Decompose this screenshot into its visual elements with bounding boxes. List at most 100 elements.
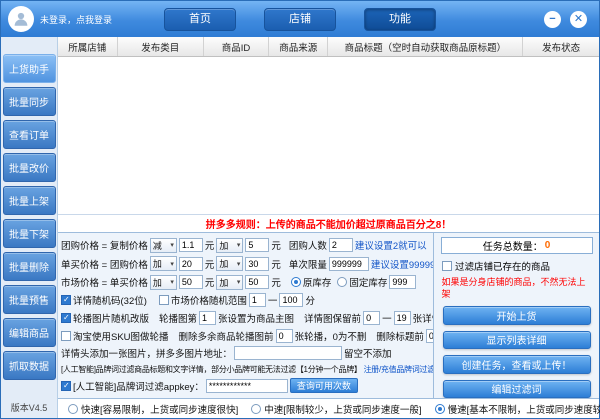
group-price-op1-select[interactable]: 减▾ (150, 238, 177, 253)
range-separator: 一 (268, 293, 278, 307)
sidebar-item-batch-delist[interactable]: 批量下架 (3, 219, 56, 248)
carousel-random-label: 轮播图片随机改版 (73, 311, 149, 325)
detail-image-note: 留空不添加 (344, 346, 392, 360)
market-price-op2-select[interactable]: 加▾ (216, 275, 243, 290)
delete-title-input[interactable] (426, 329, 433, 343)
appkey-input[interactable] (206, 379, 288, 393)
avatar[interactable] (8, 6, 34, 32)
sidebar-item-edit-product[interactable]: 编辑商品 (3, 318, 56, 347)
fast-radio[interactable] (68, 404, 78, 414)
detail-keep-to-input[interactable] (394, 311, 411, 325)
group-price-op2-select[interactable]: 加▾ (216, 238, 243, 253)
carousel-random-checkbox[interactable] (61, 313, 71, 323)
sidebar-item-batch-sync[interactable]: 批量同步 (3, 87, 56, 116)
appkey-checkbox[interactable] (61, 381, 71, 391)
delete-carousel-input[interactable] (276, 329, 293, 343)
fixed-stock-radio[interactable] (337, 277, 347, 287)
speed-option-fast[interactable]: 快速[容易限制，上货或同步速度很快] (68, 402, 238, 416)
main-area: 所属店铺 发布类目 商品ID 商品来源 商品标题（空时自动获取商品原标题） 发布… (58, 37, 599, 418)
detail-random-checkbox[interactable] (61, 295, 71, 305)
sidebar-item-batch-reprice[interactable]: 批量改价 (3, 153, 56, 182)
platform-rule-notice: 拼多多规则：上传的商品不能加价超过原商品百分之8！ (58, 215, 599, 232)
select-value: 加 (219, 257, 228, 270)
product-table-body[interactable] (58, 57, 599, 215)
sidebar-item-batch-presale[interactable]: 批量预售 (3, 285, 56, 314)
random-range-from-input[interactable] (249, 293, 266, 307)
single-limit-note: 建议设置999999 (371, 257, 433, 271)
market-random-label: 市场价格随机范围 (171, 293, 247, 307)
group-count-note: 建议设置2就可以 (355, 238, 427, 252)
market-price-val2-input[interactable] (245, 275, 269, 289)
column-product-id: 商品ID (204, 37, 269, 56)
single-price-val1-input[interactable] (179, 257, 203, 271)
query-usage-button[interactable]: 查询可用次数 (290, 378, 358, 393)
chevron-down-icon: ▾ (237, 260, 241, 268)
main-image-index-input[interactable] (199, 311, 216, 325)
sidebar-item-view-orders[interactable]: 查看订单 (3, 120, 56, 149)
tab-functions[interactable]: 功能 (364, 8, 436, 31)
random-range-to-input[interactable] (279, 293, 303, 307)
unit-label: 元 (271, 238, 281, 252)
slow-label: 慢速[基本不限制，上货或同步速度较慢] (448, 402, 600, 416)
filter-existing-option[interactable]: 过滤店铺已存在的商品 (442, 259, 550, 273)
single-price-val2-input[interactable] (245, 257, 269, 271)
fixed-stock-input[interactable] (389, 275, 416, 289)
version-label: 版本V4.5 (1, 401, 57, 414)
select-value: 加 (153, 257, 162, 270)
market-price-op1-select[interactable]: 加▾ (150, 275, 177, 290)
main-image-label-2: 张设置为商品主图 (218, 311, 294, 325)
single-limit-label: 单次限量 (289, 257, 327, 271)
sidebar-item-upload-assistant[interactable]: 上货助手 (3, 54, 56, 83)
medium-label: 中速[限制较少，上货或同步速度一般] (264, 402, 421, 416)
sidebar-item-batch-delete[interactable]: 批量删除 (3, 252, 56, 281)
detail-image-label: 详情头添加一张图片，拼多多图片地址： (61, 346, 232, 360)
speed-option-slow[interactable]: 慢速[基本不限制，上货或同步速度较慢] (435, 402, 600, 416)
detail-random-label: 详情随机码(32位) (73, 293, 147, 307)
minimize-icon[interactable]: − (544, 11, 561, 28)
detail-keep-from-input[interactable] (363, 311, 380, 325)
appkey-label: [人工智能]品牌词过滤appkey： (73, 379, 204, 393)
market-price-val1-input[interactable] (179, 275, 203, 289)
group-price-val2-input[interactable] (245, 238, 269, 252)
create-task-button[interactable]: 创建任务，查看或上传！ (443, 355, 591, 373)
sidebar-item-batch-list[interactable]: 批量上架 (3, 186, 56, 215)
original-stock-label: 原库存 (303, 275, 332, 289)
slow-radio[interactable] (435, 404, 445, 414)
random-options-row: 详情随机码(32位) 市场价格随机范围 一 分 (61, 293, 430, 307)
group-price-row: 团购价格 = 复制价格 减▾ 元 加▾ 元 团购人数 建议设置2就可以 (61, 238, 430, 253)
brand-filter-row: [人工智能]品牌词过滤商品标题和文字详情，部分小品牌可能无法过滤【1分钟一个品牌… (61, 364, 430, 375)
sidebar-item-grab-data[interactable]: 抓取数据 (3, 351, 56, 380)
single-price-op1-select[interactable]: 加▾ (150, 256, 177, 271)
group-count-label: 团购人数 (289, 238, 327, 252)
start-upload-button[interactable]: 开始上货 (443, 306, 591, 324)
task-count-value: 0 (545, 240, 551, 251)
edit-filter-words-button[interactable]: 编辑过滤词 (443, 380, 591, 398)
tab-home[interactable]: 首页 (164, 8, 236, 31)
window-controls: − ✕ (544, 11, 587, 28)
market-random-checkbox[interactable] (159, 295, 169, 305)
sku-carousel-checkbox[interactable] (61, 331, 71, 341)
detail-image-url-input[interactable] (234, 346, 342, 360)
chevron-down-icon: ▾ (170, 241, 174, 249)
user-icon (12, 10, 30, 28)
login-text[interactable]: 未登录，点我登录 (40, 13, 112, 26)
speed-option-medium[interactable]: 中速[限制较少，上货或同步速度一般] (251, 402, 421, 416)
single-price-op2-select[interactable]: 加▾ (216, 256, 243, 271)
select-value: 加 (219, 276, 228, 289)
show-list-detail-button[interactable]: 显示列表详细 (443, 331, 591, 349)
filter-existing-checkbox[interactable] (442, 261, 452, 271)
settings-panel: 团购价格 = 复制价格 减▾ 元 加▾ 元 团购人数 建议设置2就可以 单买价格… (58, 233, 433, 398)
group-count-input[interactable] (329, 238, 353, 252)
close-icon[interactable]: ✕ (570, 11, 587, 28)
column-status: 发布状态 (523, 37, 599, 56)
task-panel: 任务总数量： 0 过滤店铺已存在的商品 如果是分身店铺的商品，不然无法上架 开始… (433, 233, 599, 398)
original-stock-radio[interactable] (291, 277, 301, 287)
group-price-val1-input[interactable] (179, 238, 203, 252)
market-price-row: 市场价格 = 单买价格 加▾ 元 加▾ 元 原库存 固定库存 (61, 275, 430, 290)
single-limit-input[interactable] (329, 257, 369, 271)
brand-filter-recharge-link[interactable]: 注册/充值品牌词过滤 (364, 364, 433, 375)
tab-shop[interactable]: 店铺 (264, 8, 336, 31)
sku-row: 淘宝使用SKU图做轮播 删除多余商品轮播图前 张轮播，0为不删 删除标题前 个字 (61, 329, 430, 343)
group-price-label: 团购价格 = 复制价格 (61, 238, 148, 252)
medium-radio[interactable] (251, 404, 261, 414)
